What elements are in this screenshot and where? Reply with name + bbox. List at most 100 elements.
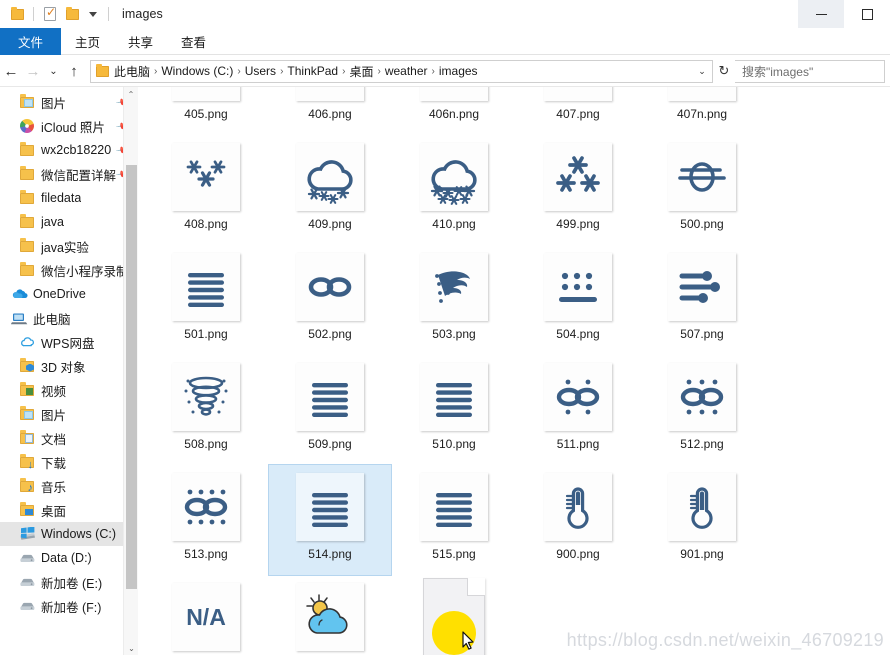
sidebar-item-5[interactable]: java: [0, 210, 138, 234]
file-item[interactable]: 406.png: [269, 87, 391, 135]
refresh-icon[interactable]: ↻: [713, 63, 735, 79]
tab-file[interactable]: 文件: [0, 28, 62, 55]
file-item[interactable]: 507.png: [641, 245, 763, 355]
file-item[interactable]: 901.png: [641, 465, 763, 575]
dense-fog-icon: [296, 363, 364, 431]
file-item[interactable]: 500.png: [641, 135, 763, 245]
search-input[interactable]: 搜索"images": [735, 59, 885, 83]
sidebar-item-3[interactable]: 微信配置详解📌: [0, 162, 138, 186]
sidebar-item-13[interactable]: 图片: [0, 402, 138, 426]
minimize-button[interactable]: [798, 0, 844, 28]
breadcrumb[interactable]: 此电脑 › Windows (C:) › Users › ThinkPad › 桌面 › weath…: [90, 59, 713, 83]
file-item[interactable]: 513.png: [145, 465, 267, 575]
file-name-label: 510.png: [432, 437, 476, 451]
breadcrumb-list: 此电脑 › Windows (C:) › Users › ThinkPad › 桌面 › weath…: [111, 63, 694, 80]
file-item[interactable]: 407.png: [517, 87, 639, 135]
new-folder-icon[interactable]: [63, 5, 81, 23]
sidebar-item-7[interactable]: 微信小程序录制视: [0, 258, 138, 282]
sidebar-item-15[interactable]: 下载: [0, 450, 138, 474]
sidebar-item-0[interactable]: 图片📌: [0, 90, 138, 114]
tab-home[interactable]: 主页: [61, 28, 114, 55]
breadcrumb-item-4[interactable]: 桌面: [346, 63, 376, 80]
file-item[interactable]: 和风天气状况代码和图标文档.md: [393, 575, 515, 655]
breadcrumb-item-2[interactable]: Users: [242, 64, 279, 78]
tab-share[interactable]: 共享: [114, 28, 167, 55]
file-item[interactable]: 508.png: [145, 355, 267, 465]
sidebar-item-21[interactable]: 新加卷 (F:): [0, 594, 138, 618]
sandstorm-tornado-icon: [172, 363, 240, 431]
breadcrumb-item-0[interactable]: 此电脑: [111, 63, 153, 80]
file-item[interactable]: 509.png: [269, 355, 391, 465]
folder-icon[interactable]: [8, 5, 26, 23]
file-item[interactable]: 512.png: [641, 355, 763, 465]
file-item[interactable]: 503.png: [393, 245, 515, 355]
sidebar-item-label: OneDrive: [33, 287, 86, 301]
sidebar-item-20[interactable]: 新加卷 (E:): [0, 570, 138, 594]
sidebar-item-6[interactable]: java实验: [0, 234, 138, 258]
file-item[interactable]: 515.png: [393, 465, 515, 575]
sidebar-item-label: 此电脑: [33, 312, 71, 327]
sidebar-item-4[interactable]: filedata: [0, 186, 138, 210]
sidebar-item-2[interactable]: wx2cb18220📌: [0, 138, 138, 162]
file-item[interactable]: 406n.png: [393, 87, 515, 135]
forward-button[interactable]: →: [22, 58, 44, 84]
sidebar-item-18[interactable]: Windows (C:): [0, 522, 138, 546]
file-item[interactable]: 410.png: [393, 135, 515, 245]
sidebar-item-label: Data (D:): [41, 551, 92, 565]
sidebar-item-19[interactable]: Data (D:): [0, 546, 138, 570]
file-name-label: 500.png: [680, 217, 724, 231]
back-button[interactable]: ←: [0, 58, 22, 84]
sidebar-item-14[interactable]: 文档: [0, 426, 138, 450]
sidebar-scroll-thumb[interactable]: [126, 165, 137, 589]
folder-music-icon: [18, 477, 36, 495]
breadcrumb-item-3[interactable]: ThinkPad: [284, 64, 341, 78]
file-item[interactable]: N/A999.png: [145, 575, 267, 655]
file-item[interactable]: 504.png: [517, 245, 639, 355]
file-item[interactable]: 511.png: [517, 355, 639, 465]
sidebar-scrollbar[interactable]: ⌃ ⌄: [123, 87, 138, 655]
sidebar-item-8[interactable]: OneDrive: [0, 282, 138, 306]
file-item[interactable]: 408.png: [145, 135, 267, 245]
sidebar-item-label: filedata: [41, 191, 82, 205]
sidebar-item-9[interactable]: 此电脑: [0, 306, 138, 330]
file-name-label: 405.png: [184, 107, 228, 121]
sidebar-item-11[interactable]: 3D 对象: [0, 354, 138, 378]
breadcrumb-item-6[interactable]: images: [436, 64, 481, 78]
file-item[interactable]: 409.png: [269, 135, 391, 245]
sidebar-item-1[interactable]: iCloud 照片📌: [0, 114, 138, 138]
maximize-button[interactable]: [844, 0, 890, 28]
sidebar-item-16[interactable]: 音乐: [0, 474, 138, 498]
customize-caret-icon[interactable]: [89, 11, 97, 17]
file-name-label: 900.png: [556, 547, 600, 561]
sidebar-item-12[interactable]: 视频: [0, 378, 138, 402]
sidebar-item-label: 新加卷 (E:): [41, 576, 103, 591]
folder-icon: [18, 141, 36, 159]
file-item[interactable]: 514.png: [268, 464, 392, 576]
file-name-label: 499.png: [556, 217, 600, 231]
folder-video-icon: [18, 381, 36, 399]
strong-fog-icon: [420, 363, 488, 431]
file-item[interactable]: 499.png: [517, 135, 639, 245]
file-item[interactable]: w.jpg: [269, 575, 391, 655]
breadcrumb-item-1[interactable]: Windows (C:): [158, 64, 236, 78]
icloud-icon: [18, 117, 36, 135]
recent-locations-button[interactable]: ⌄: [44, 58, 63, 84]
tab-view[interactable]: 查看: [167, 28, 220, 55]
file-item[interactable]: 405.png: [145, 87, 267, 135]
sidebar-item-10[interactable]: WPS网盘: [0, 330, 138, 354]
chevron-down-icon[interactable]: ⌄: [694, 66, 710, 77]
file-list-pane[interactable]: 405.png 406.png 406n.png 407.png 407n.png 408…: [138, 87, 890, 655]
properties-icon[interactable]: [41, 5, 59, 23]
file-item[interactable]: 502.png: [269, 245, 391, 355]
file-item[interactable]: 510.png: [393, 355, 515, 465]
scroll-up-icon[interactable]: ⌃: [124, 87, 138, 102]
scroll-down-icon[interactable]: ⌄: [124, 641, 138, 655]
sidebar-item-17[interactable]: 桌面: [0, 498, 138, 522]
window-controls: [798, 0, 890, 28]
file-item[interactable]: 900.png: [517, 465, 639, 575]
file-item[interactable]: 407n.png: [641, 87, 763, 135]
breadcrumb-item-5[interactable]: weather: [382, 64, 431, 78]
thermometer-cold-icon: [668, 473, 736, 541]
up-button[interactable]: ↑: [63, 58, 85, 84]
file-item[interactable]: 501.png: [145, 245, 267, 355]
